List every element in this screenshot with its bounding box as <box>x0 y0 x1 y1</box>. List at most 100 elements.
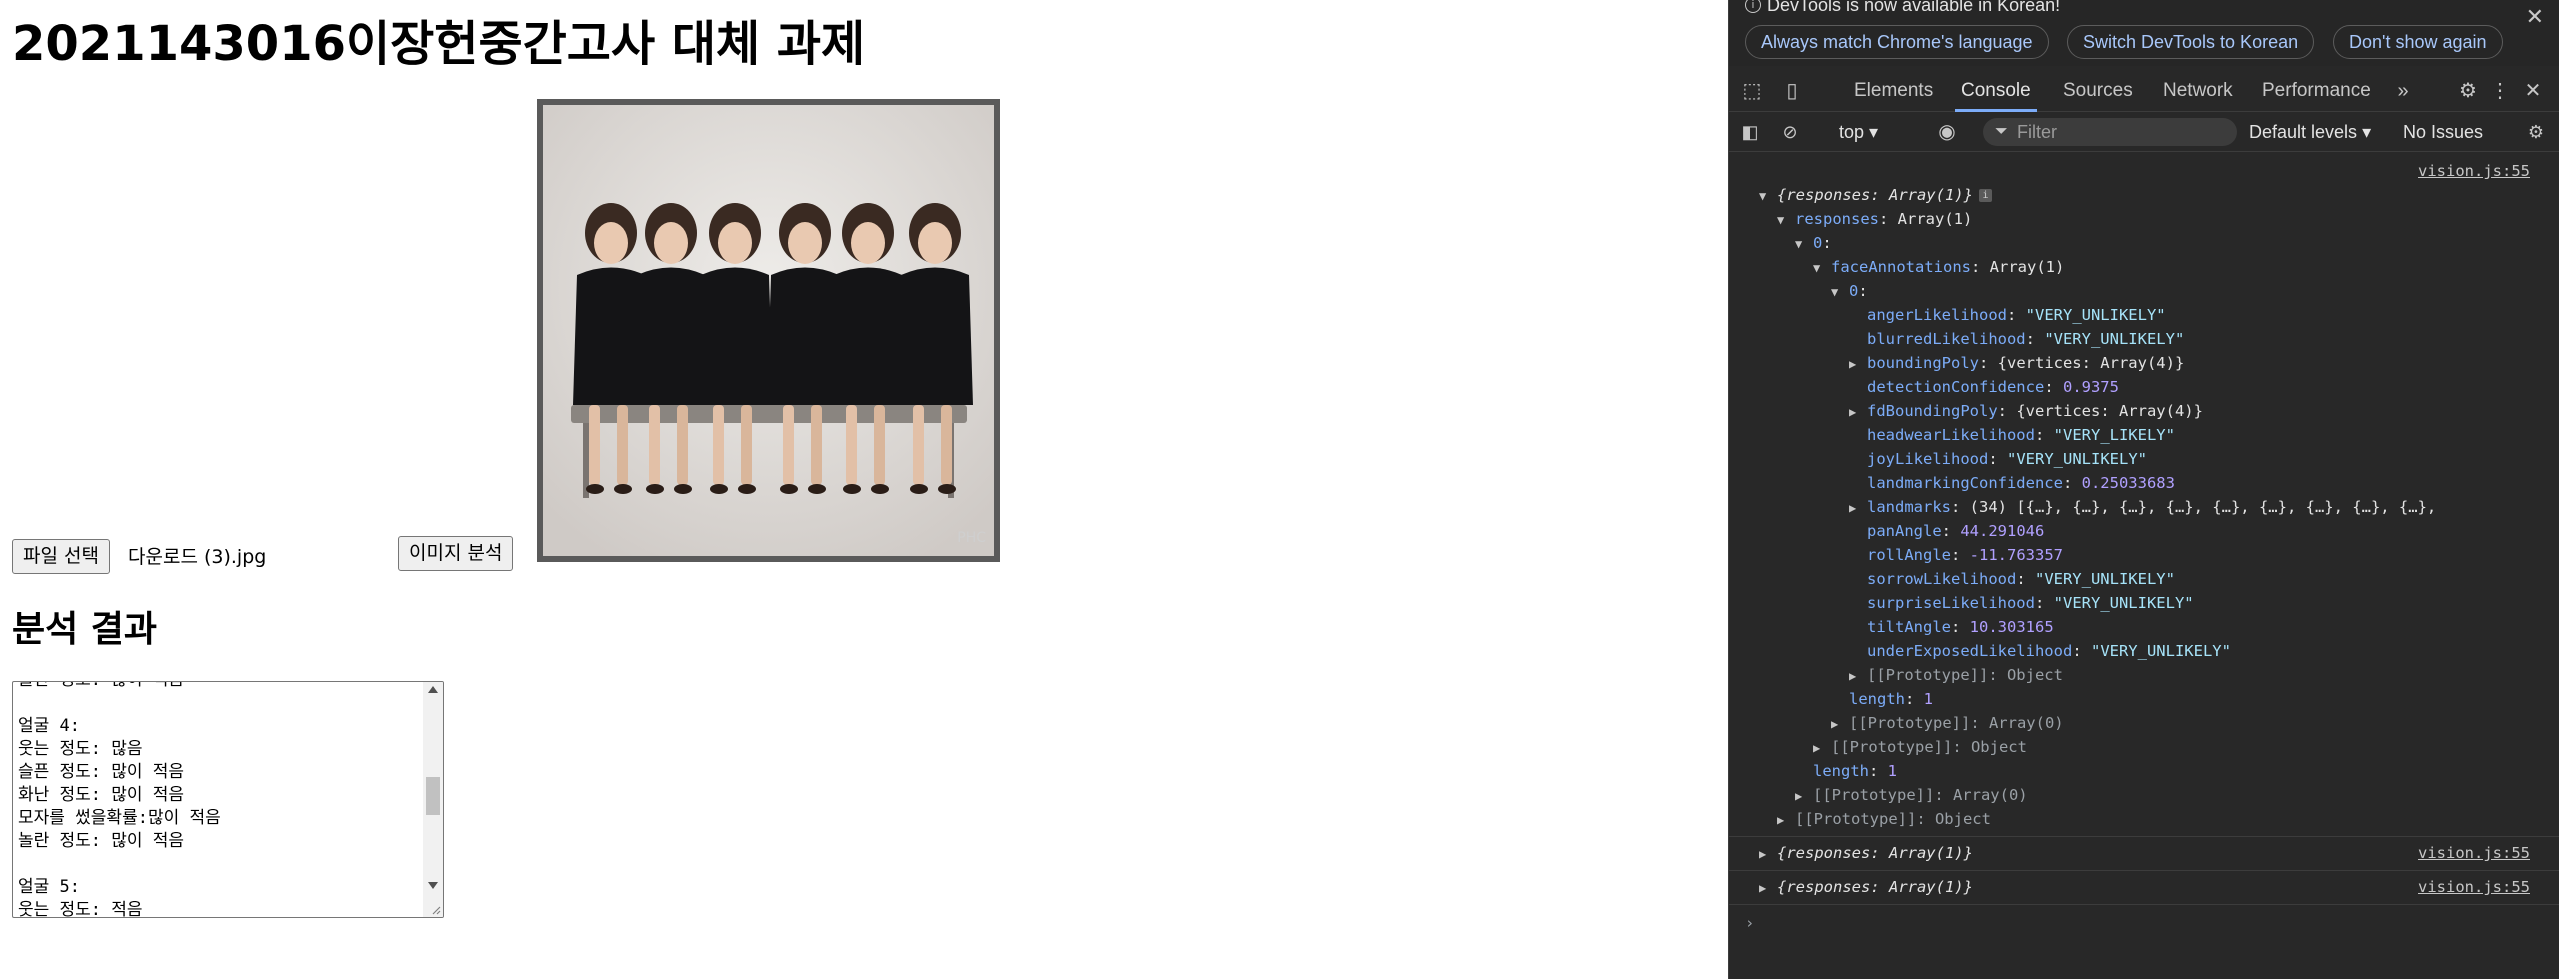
colon: : <box>1988 450 2007 468</box>
collapsed-triangle-icon[interactable]: ▶ <box>1849 497 1867 519</box>
console-tree-row[interactable]: ▶ [[Prototype]]: Array(0) <box>1795 784 2028 806</box>
face-annotation-prop: underExposedLikelihood: "VERY_UNLIKELY" <box>1849 640 2231 662</box>
prop-key: 0 <box>1849 282 1859 300</box>
dont-show-again-button[interactable]: Don't show again <box>2333 25 2503 59</box>
device-toolbar-icon[interactable]: ▯ <box>1779 70 1805 112</box>
live-expression-eye-icon[interactable]: ◉ <box>1931 112 1963 152</box>
face-annotation-prop[interactable]: ▶ landmarks: (34) [{…}, {…}, {…}, {…}, {…… <box>1849 496 2436 518</box>
settings-gear-icon[interactable]: ⚙ <box>2455 70 2481 112</box>
clear-console-icon[interactable]: ⊘ <box>1777 112 1803 152</box>
face-annotation-prop: landmarkingConfidence: 0.25033683 <box>1849 472 2175 494</box>
prop-value: 0.25033683 <box>2081 474 2175 492</box>
scroll-up-icon[interactable] <box>428 686 438 693</box>
console-tree-row[interactable]: ▶ [[Prototype]]: Object <box>1813 736 2027 758</box>
tab-network[interactable]: Network <box>2163 70 2233 112</box>
console-settings-icon[interactable]: ⚙ <box>2523 112 2549 152</box>
expanded-triangle-icon[interactable]: ▼ <box>1759 185 1777 207</box>
log-root-summary: {responses: Array(1)} <box>1777 186 1973 204</box>
source-link[interactable]: vision.js:55 <box>2418 876 2530 898</box>
log-levels-dropdown[interactable]: Default levels ▾ <box>2249 118 2371 146</box>
expanded-triangle-icon[interactable]: ▼ <box>1795 233 1813 255</box>
colon: : <box>2072 642 2091 660</box>
switch-korean-button[interactable]: Switch DevTools to Korean <box>2067 25 2315 59</box>
source-link[interactable]: vision.js:55 <box>2418 160 2530 182</box>
collapsed-triangle-icon[interactable]: ▶ <box>1849 353 1867 375</box>
analyze-image-button[interactable]: 이미지 분석 <box>398 536 514 571</box>
tab-performance[interactable]: Performance <box>2262 70 2371 112</box>
result-line: 얼굴 5: <box>18 877 80 897</box>
info-badge-icon[interactable]: i <box>1978 189 1992 202</box>
collapsed-triangle-icon[interactable]: ▶ <box>1777 809 1795 831</box>
photo-watermark: PHC <box>957 530 986 546</box>
selected-file-name: 다운로드 (3).jpg <box>128 546 267 568</box>
close-infobar-icon[interactable]: ✕ <box>2526 4 2544 30</box>
tab-sources[interactable]: Sources <box>2063 70 2133 112</box>
sidebar-toggle-icon[interactable]: ◧ <box>1737 112 1763 152</box>
collapsed-triangle-icon[interactable]: ▶ <box>1795 785 1813 807</box>
log-entry[interactable]: ▼ {responses: Array(1)} i <box>1759 184 1992 206</box>
result-line: 놀란 정도: 많이 적음 <box>18 831 185 851</box>
console-tree-row[interactable]: ▼ 0: <box>1831 280 1868 302</box>
prop-key: 0 <box>1813 234 1823 252</box>
collapsed-triangle-icon[interactable]: ▶ <box>1759 843 1777 865</box>
scroll-thumb[interactable] <box>426 777 440 815</box>
prototype-row: [[Prototype]]: Object <box>1795 810 1991 828</box>
colon: : <box>2044 378 2063 396</box>
collapsed-triangle-icon[interactable]: ▶ <box>1759 877 1777 899</box>
colon: : <box>1941 522 1961 540</box>
face-annotation-prop: angerLikelihood: "VERY_UNLIKELY" <box>1849 304 2166 326</box>
expanded-triangle-icon[interactable]: ▼ <box>1831 281 1849 303</box>
expanded-triangle-icon[interactable]: ▼ <box>1813 257 1831 279</box>
prop-key: surpriseLikelihood <box>1867 594 2035 612</box>
result-scrollbar[interactable] <box>423 682 443 917</box>
face-annotation-prop[interactable]: ▶ fdBoundingPoly: {vertices: Array(4)} <box>1849 400 2203 422</box>
tab-elements[interactable]: Elements <box>1854 70 1933 112</box>
prop-key: fdBoundingPoly <box>1867 402 1998 420</box>
face-annotation-prop[interactable]: ▶ boundingPoly: {vertices: Array(4)} <box>1849 352 2184 374</box>
filter-input[interactable]: ⏷ Filter <box>1983 118 2237 146</box>
result-line: 웃는 정도: 많음 <box>18 739 143 759</box>
prop-key: sorrowLikelihood <box>1867 570 2017 588</box>
context-selector[interactable]: top ▾ <box>1839 118 1878 146</box>
collapsed-triangle-icon[interactable]: ▶ <box>1831 713 1849 735</box>
inspect-element-icon[interactable]: ⬚ <box>1739 70 1765 112</box>
prop-key: length <box>1849 690 1905 708</box>
tab-console[interactable]: Console <box>1955 70 2037 112</box>
file-select-button[interactable]: 파일 선택 <box>12 539 110 574</box>
prototype-row: [[Prototype]]: Object <box>1867 666 2063 684</box>
collapsed-triangle-icon[interactable]: ▶ <box>1849 401 1867 423</box>
scroll-down-icon[interactable] <box>428 882 438 889</box>
source-link[interactable]: vision.js:55 <box>2418 842 2530 864</box>
resize-grip-icon[interactable] <box>431 905 441 915</box>
more-tabs-icon[interactable]: » <box>2391 70 2415 112</box>
prop-key: detectionConfidence <box>1867 378 2045 396</box>
console-tree-row[interactable]: ▶ [[Prototype]]: Array(0) <box>1831 712 2064 734</box>
issues-counter[interactable]: No Issues <box>2403 118 2483 146</box>
result-line: 얼굴 4: <box>18 716 80 736</box>
colon: : <box>1997 402 2017 420</box>
colon: : <box>1905 690 1924 708</box>
prop-value: "VERY_UNLIKELY" <box>2090 642 2231 660</box>
more-options-icon[interactable]: ⋮ <box>2489 70 2511 112</box>
expanded-triangle-icon[interactable]: ▼ <box>1777 209 1795 231</box>
log-entry[interactable]: ▶ {responses: Array(1)} <box>1759 842 1973 864</box>
log-entry[interactable]: ▶ {responses: Array(1)} <box>1759 876 1973 898</box>
console-tree-row[interactable]: ▶ [[Prototype]]: Object <box>1849 664 2063 686</box>
console-tree-row[interactable]: ▼ responses: Array(1) <box>1777 208 1972 230</box>
collapsed-triangle-icon[interactable]: ▶ <box>1849 665 1867 687</box>
result-textarea[interactable]: 놀란 정도: 많이 적음얼굴 4:웃는 정도: 많음슬픈 정도: 많이 적음화난… <box>12 681 444 918</box>
colon: : <box>1978 354 1998 372</box>
console-tree-row[interactable]: ▼ faceAnnotations: Array(1) <box>1813 256 2064 278</box>
match-language-button[interactable]: Always match Chrome's language <box>1745 25 2049 59</box>
prop-value: 10.303165 <box>1969 618 2054 636</box>
face-annotation-prop: joyLikelihood: "VERY_UNLIKELY" <box>1849 448 2147 470</box>
collapsed-triangle-icon[interactable]: ▶ <box>1813 737 1831 759</box>
console-prompt-input[interactable]: › <box>1745 912 1754 934</box>
console-tree-row[interactable]: ▼ 0: <box>1795 232 1832 254</box>
close-devtools-icon[interactable]: ✕ <box>2521 70 2545 112</box>
devtools-panel: i DevTools is now available in Korean! ✕… <box>1728 0 2559 979</box>
prop-key: boundingPoly <box>1867 354 1979 372</box>
prop-key: landmarkingConfidence <box>1867 474 2063 492</box>
console-tree-row[interactable]: ▶ [[Prototype]]: Object <box>1777 808 1991 830</box>
prop-value: "VERY_UNLIKELY" <box>2044 330 2185 348</box>
